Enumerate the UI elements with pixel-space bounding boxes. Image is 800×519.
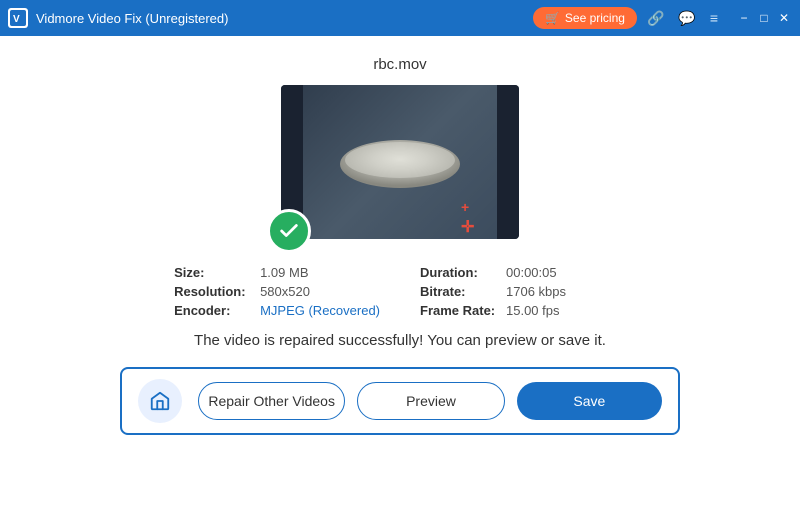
video-thumbnail: ✛	[281, 85, 519, 239]
encoder-value: MJPEG (Recovered)	[260, 303, 380, 318]
app-icon: V	[8, 8, 28, 28]
titlebar-right: 🛒 See pricing 🔗 💬 ≡ − □ ✕	[533, 7, 792, 29]
home-button[interactable]	[138, 379, 182, 423]
action-buttons: Repair Other Videos Preview Save	[198, 382, 662, 420]
size-value: 1.09 MB	[260, 265, 308, 280]
menu-icon[interactable]: ≡	[706, 8, 722, 28]
titlebar: V Vidmore Video Fix (Unregistered) 🛒 See…	[0, 0, 800, 36]
framerate-value: 15.00 fps	[506, 303, 560, 318]
bitrate-label: Bitrate:	[420, 284, 500, 299]
minimize-button[interactable]: −	[736, 10, 752, 26]
resolution-label: Resolution:	[174, 284, 254, 299]
main-content: rbc.mov ✛	[0, 36, 800, 519]
video-info: Size: 1.09 MB Duration: 00:00:05 Resolut…	[174, 265, 626, 318]
info-framerate: Frame Rate: 15.00 fps	[420, 303, 626, 318]
link-icon[interactable]: 🔗	[643, 8, 668, 29]
encoder-label: Encoder:	[174, 303, 254, 318]
video-filename: rbc.mov	[373, 56, 426, 73]
titlebar-left: V Vidmore Video Fix (Unregistered)	[8, 8, 228, 28]
maximize-button[interactable]: □	[756, 10, 772, 26]
cursor-mark: ✛	[461, 199, 477, 211]
action-bar: Repair Other Videos Preview Save	[120, 367, 680, 435]
rock-shape	[335, 132, 465, 192]
video-thumb-inner: ✛	[281, 85, 519, 239]
repair-other-button[interactable]: Repair Other Videos	[198, 382, 345, 420]
duration-value: 00:00:05	[506, 265, 557, 280]
info-duration: Duration: 00:00:05	[420, 265, 626, 280]
success-message: The video is repaired successfully! You …	[194, 332, 606, 349]
close-button[interactable]: ✕	[776, 10, 792, 26]
window-controls: − □ ✕	[736, 10, 792, 26]
framerate-label: Frame Rate:	[420, 303, 500, 318]
info-resolution: Resolution: 580x520	[174, 284, 380, 299]
bitrate-value: 1706 kbps	[506, 284, 566, 299]
save-button[interactable]: Save	[517, 382, 662, 420]
app-title: Vidmore Video Fix (Unregistered)	[36, 11, 228, 26]
info-bitrate: Bitrate: 1706 kbps	[420, 284, 626, 299]
size-label: Size:	[174, 265, 254, 280]
preview-button[interactable]: Preview	[357, 382, 504, 420]
info-size: Size: 1.09 MB	[174, 265, 380, 280]
pricing-label: See pricing	[565, 11, 625, 25]
chat-icon[interactable]: 💬	[674, 8, 699, 29]
info-encoder: Encoder: MJPEG (Recovered)	[174, 303, 380, 318]
cart-icon: 🛒	[545, 11, 560, 25]
svg-text:V: V	[13, 14, 20, 25]
check-badge	[267, 209, 311, 253]
pricing-button[interactable]: 🛒 See pricing	[533, 7, 637, 29]
duration-label: Duration:	[420, 265, 500, 280]
resolution-value: 580x520	[260, 284, 310, 299]
